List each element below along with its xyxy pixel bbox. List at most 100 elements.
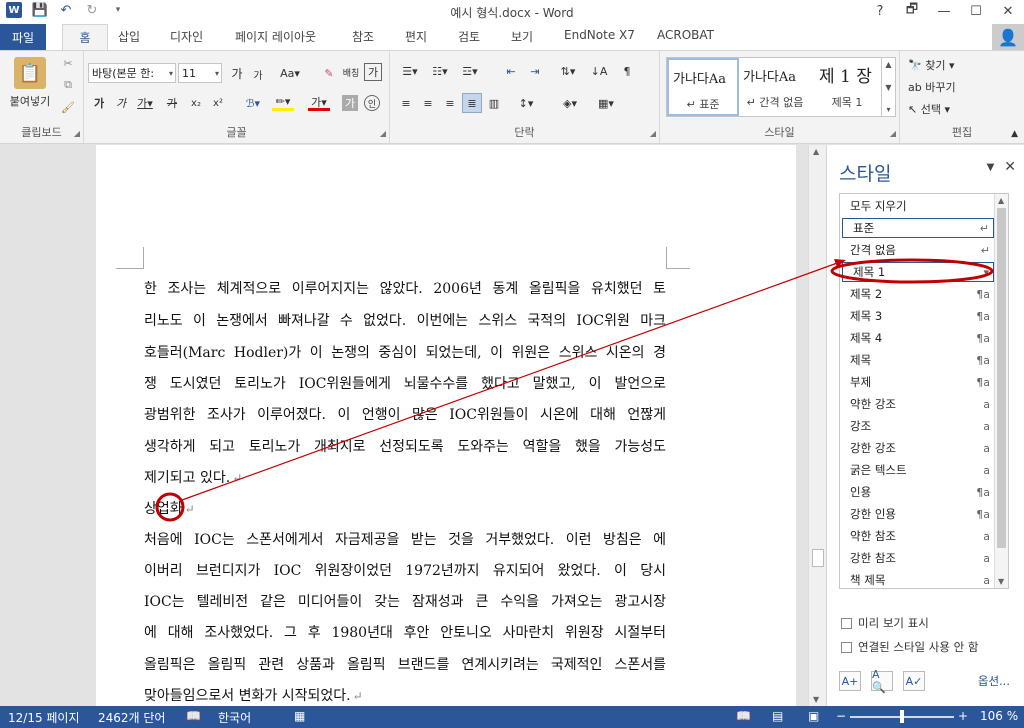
align-right-icon[interactable]: ≡ bbox=[442, 95, 458, 111]
style-list-item[interactable]: 약한 참조 a bbox=[840, 526, 994, 546]
style-list-item[interactable]: 표준 ↵ bbox=[842, 218, 994, 238]
style-list-scrollbar[interactable]: ▲ ▼ bbox=[994, 194, 1008, 588]
checkbox-box[interactable] bbox=[841, 617, 852, 629]
style-list-item[interactable]: 제목 ¶a bbox=[840, 350, 994, 370]
page-indicator[interactable]: 12/15 페이지 bbox=[8, 709, 80, 726]
show-preview-checkbox[interactable]: 미리 보기 표시 bbox=[841, 615, 929, 631]
gallery-scroll[interactable]: ▲ ▼ ▾ bbox=[881, 58, 895, 116]
format-painter-icon[interactable]: 🖌 bbox=[60, 99, 76, 115]
document-line[interactable]: 에 대해 조사했었다. 그 후 1980년대 후안 안토니오 사마란치 위원장 … bbox=[144, 622, 666, 642]
font-name-combo[interactable]: 바탕(본문 한: ▾ bbox=[88, 63, 176, 83]
document-line[interactable]: 한 조사는 체계적으로 이루어지지는 않았다. 2006년 동계 올림픽을 유치… bbox=[144, 278, 666, 298]
align-left-icon[interactable]: ≡ bbox=[398, 95, 414, 111]
print-layout-icon[interactable]: ▤ bbox=[772, 709, 783, 723]
paste-icon[interactable]: 📋 bbox=[14, 57, 46, 89]
document-line[interactable]: 맞아들임으로서 변화가 시작되었다. ↵ bbox=[144, 685, 666, 705]
tab-home[interactable]: 홈 bbox=[62, 24, 108, 50]
new-style-button[interactable]: A+ bbox=[839, 671, 861, 691]
chevron-up-icon[interactable]: ▲ bbox=[998, 196, 1004, 205]
grow-font-icon[interactable]: 가 bbox=[228, 65, 246, 81]
select-button[interactable]: ↖ 선택 ▾ bbox=[908, 101, 950, 117]
style-list-item[interactable]: 제목 4 ¶a bbox=[840, 328, 994, 348]
gallery-style-no-spacing[interactable]: 가나다Aa ↵ 간격 없음 bbox=[739, 58, 811, 116]
tab-view[interactable]: 보기 bbox=[511, 28, 533, 45]
style-list-item[interactable]: 부제 ¶a bbox=[840, 372, 994, 392]
document-line[interactable]: 처음에 IOC는 스폰서에게서 자금제공을 받는 것을 거부했었다. 이런 방침… bbox=[144, 529, 666, 549]
shrink-font-icon[interactable]: 가 bbox=[250, 67, 266, 82]
style-list-item[interactable]: 강한 인용 ¶a bbox=[840, 504, 994, 524]
zoom-out-icon[interactable]: − bbox=[836, 709, 846, 723]
close-icon[interactable]: ✕ bbox=[1004, 159, 1016, 175]
document-line[interactable]: IOC는 텔레비전 같은 미디어들이 갖는 잠재성과 큰 수익을 가져오는 광고… bbox=[144, 591, 666, 611]
document-line[interactable]: 이버리 브런디지가 IOC 위원장이었던 1972년까지 유지되어 왔었다. 이… bbox=[144, 560, 666, 580]
numbering-icon[interactable]: ☷▾ bbox=[428, 63, 452, 79]
font-color-icon[interactable]: 가▾ bbox=[308, 95, 330, 111]
pane-options-icon[interactable]: ▼ bbox=[987, 162, 995, 175]
phonetic-guide-icon[interactable]: 배칭 bbox=[342, 63, 360, 81]
tab-references[interactable]: 참조 bbox=[352, 28, 374, 45]
style-list-item[interactable]: 간격 없음 ↵ bbox=[840, 240, 994, 260]
style-list-item[interactable]: 제목 3 ¶a bbox=[840, 306, 994, 326]
document-line[interactable]: 올림픽은 올림픽 관련 상품과 올림픽 브랜드를 연계시키려는 국제적인 스폰서… bbox=[144, 654, 666, 674]
copy-icon[interactable]: ⧉ bbox=[60, 77, 76, 93]
tab-design[interactable]: 디자인 bbox=[170, 28, 203, 45]
align-center-icon[interactable]: ≡ bbox=[420, 95, 436, 111]
document-scrollbar[interactable]: ▲ ▼ bbox=[808, 145, 826, 706]
style-inspector-button[interactable]: A🔍 bbox=[871, 668, 893, 694]
tab-page-layout[interactable]: 페이지 레이아웃 bbox=[235, 28, 316, 45]
document-line[interactable]: 생각하게 되고 토리노가 개최지로 선정되도록 도와주는 역할을 했을 가능성도 bbox=[144, 436, 666, 456]
justify-icon[interactable]: ≣ bbox=[462, 93, 482, 113]
change-case-icon[interactable]: Aa▾ bbox=[278, 65, 302, 81]
zoom-slider-thumb[interactable] bbox=[900, 710, 904, 723]
clipboard-launcher-icon[interactable]: ◢ bbox=[74, 129, 80, 138]
shading-icon[interactable]: ◈▾ bbox=[558, 95, 582, 111]
italic-icon[interactable]: 가 bbox=[114, 95, 128, 111]
style-list-item[interactable]: 약한 강조 a bbox=[840, 394, 994, 414]
manage-styles-button[interactable]: A✓ bbox=[903, 671, 925, 691]
distribute-icon[interactable]: ▥ bbox=[486, 95, 502, 111]
macro-icon[interactable]: ▦ bbox=[294, 709, 305, 723]
highlight-color-icon[interactable]: ✏▾ bbox=[272, 95, 294, 111]
asian-layout-icon[interactable]: ⇅▾ bbox=[556, 63, 580, 79]
chevron-down-icon[interactable]: ▼ bbox=[998, 577, 1004, 586]
style-list-item[interactable]: 굵은 텍스트 a bbox=[840, 460, 994, 480]
find-button[interactable]: 🔭 찾기 ▾ bbox=[908, 57, 954, 73]
document-line[interactable]: 광범위한 조사가 이루어졌다. 이 언행이 많은 IOC위원들이 시온에 대해 … bbox=[144, 404, 666, 424]
checkbox-box[interactable] bbox=[841, 641, 852, 653]
collapse-ribbon-icon[interactable]: ▲ bbox=[1011, 129, 1018, 139]
paragraph-launcher-icon[interactable]: ◢ bbox=[650, 129, 656, 138]
minimize-button[interactable]: — bbox=[928, 0, 960, 22]
strikethrough-icon[interactable]: 가 bbox=[164, 95, 180, 111]
character-shading-icon[interactable]: 가 bbox=[342, 95, 358, 111]
replace-button[interactable]: ab 바꾸기 bbox=[908, 79, 956, 95]
superscript-icon[interactable]: x² bbox=[210, 95, 226, 111]
font-launcher-icon[interactable]: ◢ bbox=[380, 129, 386, 138]
proofing-icon[interactable]: 📖 bbox=[186, 709, 201, 723]
web-layout-icon[interactable]: ▣ bbox=[808, 709, 819, 723]
options-link[interactable]: 옵션... bbox=[978, 673, 1010, 689]
word-count[interactable]: 2462개 단어 bbox=[98, 709, 165, 726]
close-button[interactable]: ✕ bbox=[992, 0, 1024, 22]
style-list-item[interactable]: 제목 2 ¶a bbox=[840, 284, 994, 304]
subscript-icon[interactable]: x₂ bbox=[188, 95, 204, 111]
tab-review[interactable]: 검토 bbox=[458, 28, 480, 45]
cut-icon[interactable]: ✂ bbox=[60, 55, 76, 71]
paste-button[interactable]: 붙여넣기 bbox=[4, 93, 56, 109]
chevron-up-icon[interactable]: ▲ bbox=[813, 147, 819, 156]
chevron-down-icon[interactable]: ▼ bbox=[813, 695, 819, 704]
show-marks-icon[interactable]: ¶ bbox=[618, 63, 636, 79]
bullets-icon[interactable]: ☰▾ bbox=[398, 63, 422, 79]
character-border-icon[interactable]: 가 bbox=[364, 63, 382, 81]
account-avatar[interactable]: 👤 bbox=[992, 24, 1024, 50]
line-spacing-icon[interactable]: ↕▾ bbox=[514, 95, 538, 111]
styles-launcher-icon[interactable]: ◢ bbox=[890, 129, 896, 138]
style-list-item[interactable]: 강한 강조 a bbox=[840, 438, 994, 458]
more-icon[interactable]: ▾ bbox=[886, 105, 890, 114]
gallery-style-normal[interactable]: 가나다Aa ↵ 표준 bbox=[667, 58, 739, 116]
document-line[interactable]: 제기되고 있다. ↵ bbox=[144, 467, 666, 487]
chevron-down-icon[interactable]: ▼ bbox=[885, 83, 891, 92]
document-line[interactable]: 호들러(Marc Hodler)가 이 논쟁의 중심이 되었는데, 이 위원은 … bbox=[144, 342, 666, 362]
underline-icon[interactable]: 가▾ bbox=[136, 95, 154, 111]
zoom-level[interactable]: 106 % bbox=[980, 709, 1018, 723]
section-heading[interactable]: 상업화 ↵ bbox=[144, 498, 666, 518]
